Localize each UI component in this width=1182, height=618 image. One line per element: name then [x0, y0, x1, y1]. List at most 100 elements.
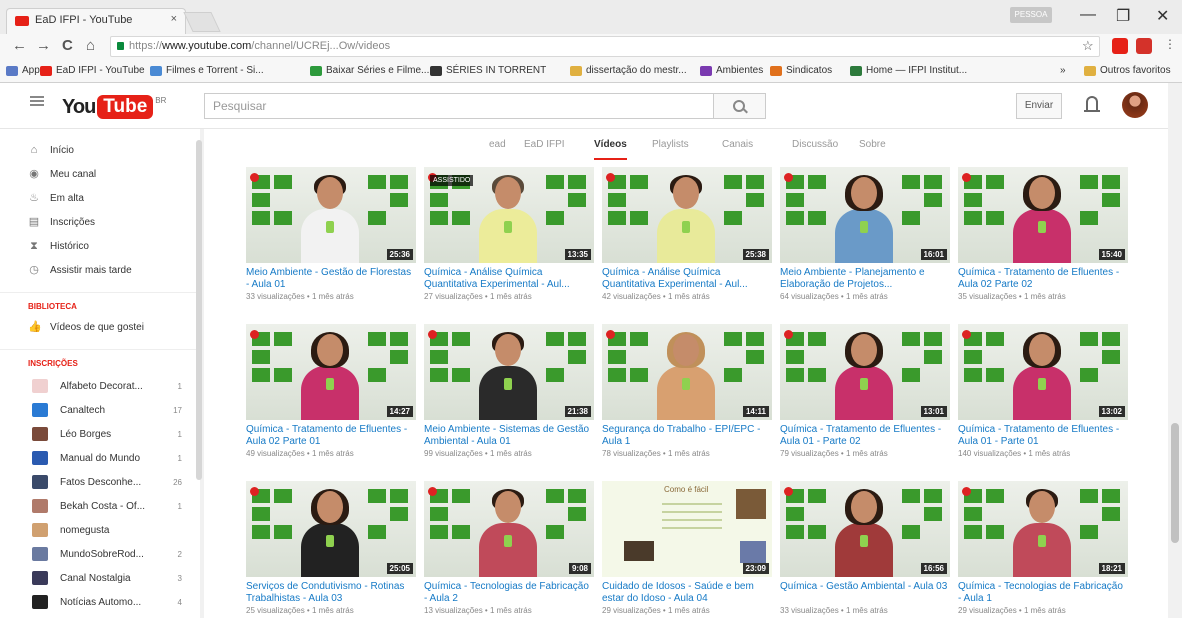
video-thumbnail[interactable]: 25:38 — [602, 167, 772, 263]
profile-badge[interactable]: PESSOA — [1010, 7, 1052, 23]
reload-button[interactable]: C — [62, 37, 73, 54]
video-thumbnail[interactable]: ASSISTIDO 13:35 — [424, 167, 594, 263]
search-button[interactable] — [714, 93, 766, 119]
video-thumbnail[interactable]: 14:27 — [246, 324, 416, 420]
bell-icon[interactable] — [1084, 96, 1100, 112]
bookmark-item[interactable]: dissertação do mestr... — [570, 65, 687, 76]
page-scrollbar[interactable] — [1168, 83, 1182, 618]
address-bar[interactable]: https://www.youtube.com/channel/UCREj...… — [110, 36, 1100, 57]
video-card[interactable]: 25:38 Química - Análise Química Quantitat… — [602, 167, 772, 301]
sidebar-item[interactable]: 👍 Vídeos de que gostei — [28, 321, 144, 333]
channel-tab[interactable]: ead — [489, 139, 506, 150]
video-title[interactable]: Meio Ambiente - Gestão de Florestas - Au… — [246, 267, 416, 291]
channel-tab[interactable]: Discussão — [792, 139, 838, 150]
video-card[interactable]: 25:05 Serviços de Condutivismo - Rotinas … — [246, 481, 416, 615]
video-card[interactable]: 16:56 Química - Gestão Ambiental - Aula 0… — [780, 481, 950, 615]
video-card[interactable]: 25:36 Meio Ambiente - Gestão de Florestas… — [246, 167, 416, 301]
channel-tab[interactable]: EaD IFPI — [524, 139, 565, 150]
subscription-item[interactable]: Léo Borges 1 — [32, 427, 182, 441]
sidebar-item[interactable]: ⧗ Histórico — [28, 240, 89, 252]
channel-tab[interactable]: Playlists — [652, 139, 689, 150]
video-title[interactable]: Cuidado de Idosos - Saúde e bem estar do… — [602, 581, 772, 605]
bookmark-item[interactable]: Baixar Séries e Filme... — [310, 65, 429, 76]
forward-button[interactable]: → — [36, 37, 51, 54]
back-button[interactable]: ← — [12, 37, 27, 54]
subscription-item[interactable]: Canaltech 17 — [32, 403, 182, 417]
search-input[interactable]: Pesquisar — [204, 93, 714, 119]
video-thumbnail[interactable]: 13:01 — [780, 324, 950, 420]
subscription-item[interactable]: Manual do Mundo 1 — [32, 451, 182, 465]
video-thumbnail[interactable]: 16:56 — [780, 481, 950, 577]
bookmark-item[interactable]: Outros favoritos — [1084, 65, 1171, 76]
sidebar-item[interactable]: ◷ Assistir mais tarde — [28, 264, 132, 276]
video-card[interactable]: 14:11 Segurança do Trabalho - EPI/EPC - A… — [602, 324, 772, 458]
video-thumbnail[interactable]: 14:11 — [602, 324, 772, 420]
extension-icon[interactable] — [1112, 38, 1128, 54]
channel-tab[interactable]: Vídeos — [594, 139, 627, 160]
video-title[interactable]: Química - Análise Química Quantitativa E… — [424, 267, 594, 291]
video-card[interactable]: 9:08 Química - Tecnologias de Fabricação … — [424, 481, 594, 615]
video-card[interactable]: 16:01 Meio Ambiente - Planejamento e Elab… — [780, 167, 950, 301]
video-card[interactable]: 14:27 Química - Tratamento de Efluentes -… — [246, 324, 416, 458]
video-title[interactable]: Química - Tecnologias de Fabricação - Au… — [958, 581, 1128, 605]
video-title[interactable]: Química - Tratamento de Efluentes - Aula… — [780, 424, 950, 448]
video-card[interactable]: 18:21 Química - Tecnologias de Fabricação… — [958, 481, 1128, 615]
scrollbar-thumb[interactable] — [1171, 423, 1179, 543]
video-thumbnail[interactable]: 25:36 — [246, 167, 416, 263]
video-title[interactable]: Meio Ambiente - Sistemas de Gestão Ambie… — [424, 424, 594, 448]
sidebar-scrollbar[interactable] — [196, 140, 202, 480]
video-title[interactable]: Meio Ambiente - Planejamento e Elaboraçã… — [780, 267, 950, 291]
video-title[interactable]: Química - Tratamento de Efluentes - Aula… — [958, 424, 1128, 448]
video-thumbnail[interactable]: 13:02 — [958, 324, 1128, 420]
home-button[interactable]: ⌂ — [86, 37, 95, 54]
bookmark-star-icon[interactable]: ☆ — [1082, 38, 1094, 54]
bookmark-item[interactable]: SÉRIES IN TORRENT — [430, 65, 546, 76]
new-tab-button[interactable] — [183, 12, 221, 32]
close-window-button[interactable]: ✕ — [1156, 6, 1169, 26]
video-thumbnail[interactable]: 16:01 — [780, 167, 950, 263]
video-card[interactable]: 15:40 Química - Tratamento de Efluentes -… — [958, 167, 1128, 301]
sidebar-item[interactable]: ♨ Em alta — [28, 192, 84, 204]
video-title[interactable]: Química - Análise Química Quantitativa E… — [602, 267, 772, 291]
channel-tab[interactable]: Sobre — [859, 139, 886, 150]
bookmark-item[interactable]: Home — IFPI Institut... — [850, 65, 967, 76]
video-card[interactable]: 21:38 Meio Ambiente - Sistemas de Gestão … — [424, 324, 594, 458]
bookmark-item[interactable]: Sindicatos — [770, 65, 832, 76]
subscription-item[interactable]: Bekah Costa - Of... 1 — [32, 499, 182, 513]
extension-icon[interactable] — [1136, 38, 1152, 54]
minimize-button[interactable]: — — [1080, 6, 1096, 24]
hamburger-menu-icon[interactable] — [30, 96, 44, 106]
browser-menu-icon[interactable]: ⋮ — [1164, 37, 1176, 51]
browser-tab[interactable]: EaD IFPI - YouTube × — [6, 8, 186, 34]
bookmark-item[interactable]: EaD IFPI - YouTube — [40, 65, 145, 76]
tab-close-icon[interactable]: × — [171, 13, 177, 25]
channel-tab[interactable]: Canais — [722, 139, 753, 150]
video-card[interactable]: 13:02 Química - Tratamento de Efluentes -… — [958, 324, 1128, 458]
sidebar-item[interactable]: ▤ Inscrições — [28, 216, 95, 228]
subscription-item[interactable]: Fatos Desconhe... 26 — [32, 475, 182, 489]
bookmark-item[interactable]: Apps — [6, 65, 45, 76]
video-thumbnail[interactable]: 21:38 — [424, 324, 594, 420]
video-thumbnail[interactable]: 18:21 — [958, 481, 1128, 577]
video-thumbnail[interactable]: Como é fácil 23:09 — [602, 481, 772, 577]
video-thumbnail[interactable]: 25:05 — [246, 481, 416, 577]
subscription-item[interactable]: MundoSobreRod... 2 — [32, 547, 182, 561]
video-card[interactable]: ASSISTIDO 13:35 Química - Análise Química … — [424, 167, 594, 301]
subscription-item[interactable]: Alfabeto Decorat... 1 — [32, 379, 182, 393]
avatar[interactable] — [1122, 92, 1148, 118]
video-card[interactable]: 13:01 Química - Tratamento de Efluentes -… — [780, 324, 950, 458]
video-thumbnail[interactable]: 9:08 — [424, 481, 594, 577]
sidebar-item[interactable]: ◉ Meu canal — [28, 168, 96, 180]
video-thumbnail[interactable]: 15:40 — [958, 167, 1128, 263]
subscription-item[interactable]: nomegusta — [32, 523, 182, 537]
sidebar-item[interactable]: ⌂ Início — [28, 144, 74, 156]
video-title[interactable]: Segurança do Trabalho - EPI/EPC - Aula 1 — [602, 424, 772, 448]
bookmark-item[interactable]: Filmes e Torrent - Si... — [150, 65, 264, 76]
youtube-logo[interactable]: You Tube BR — [62, 94, 166, 120]
video-title[interactable]: Química - Gestão Ambiental - Aula 03 — [780, 581, 950, 605]
restore-button[interactable]: ❐ — [1116, 6, 1130, 26]
bookmark-item[interactable]: » — [1060, 65, 1066, 76]
video-title[interactable]: Química - Tecnologias de Fabricação - Au… — [424, 581, 594, 605]
video-title[interactable]: Serviços de Condutivismo - Rotinas Traba… — [246, 581, 416, 605]
upload-button[interactable]: Enviar — [1016, 93, 1062, 119]
